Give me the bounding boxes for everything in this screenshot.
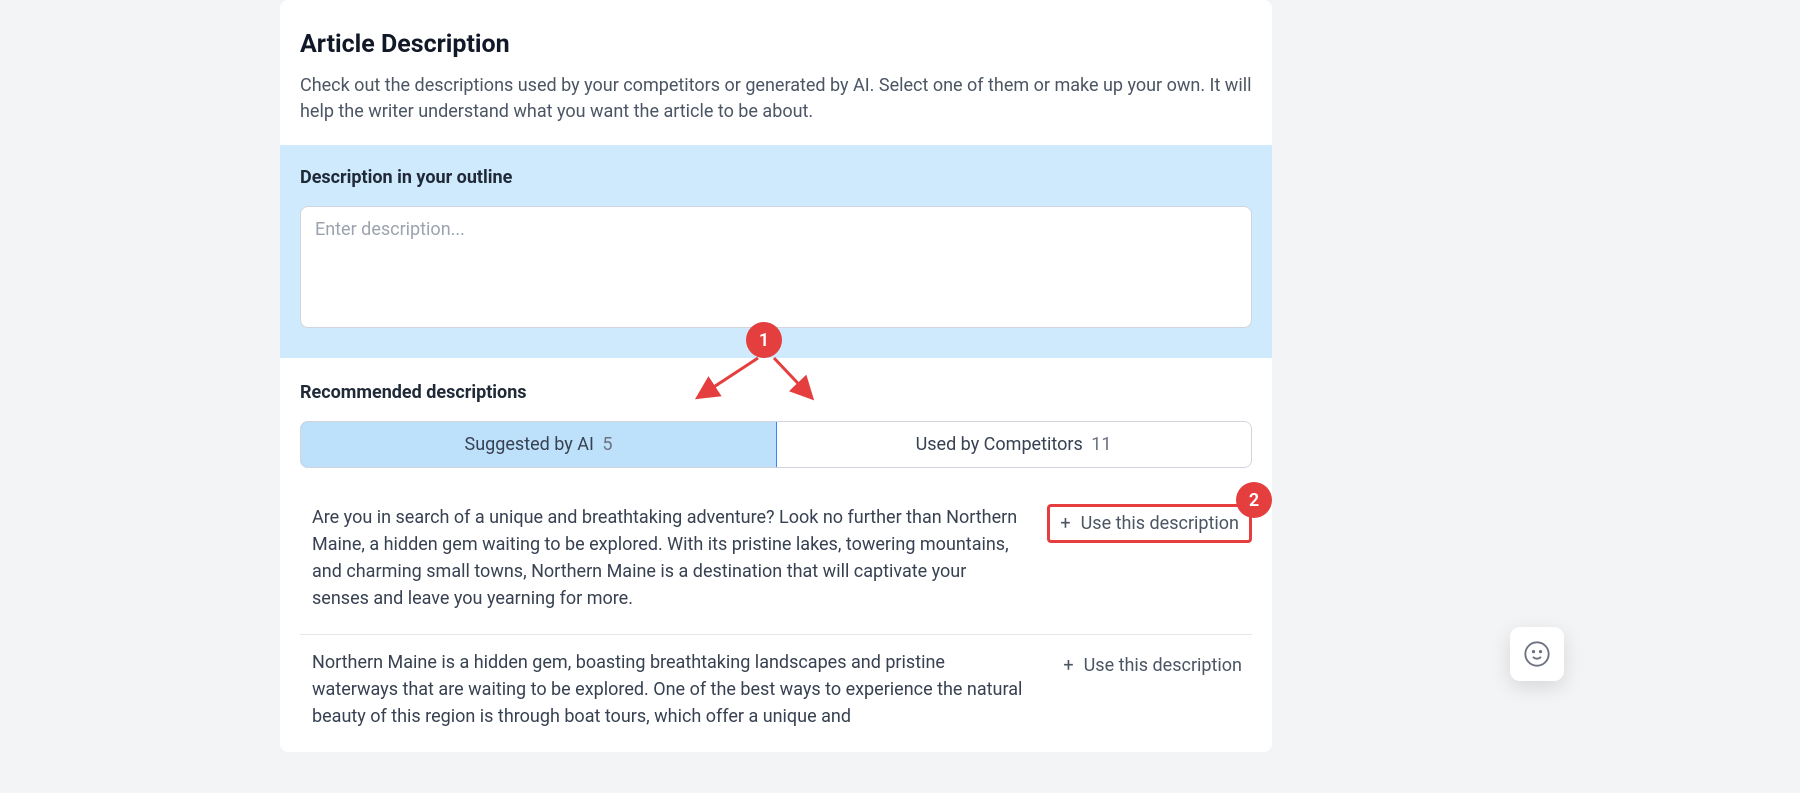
recommended-label: Recommended descriptions (300, 382, 1252, 403)
use-this-description-button[interactable]: + Use this description (1053, 649, 1252, 682)
tab-competitors-label: Used by Competitors (916, 434, 1083, 455)
feedback-widget-button[interactable] (1510, 627, 1564, 681)
use-this-description-button[interactable]: + Use this description (1047, 504, 1252, 543)
description-input[interactable] (300, 206, 1252, 328)
article-description-card: Article Description Check out the descri… (280, 0, 1272, 752)
description-item: Northern Maine is a hidden gem, boasting… (300, 635, 1252, 752)
plus-icon: + (1060, 515, 1070, 533)
annotation-badge-2: 2 (1236, 482, 1272, 518)
plus-icon: + (1063, 657, 1073, 675)
description-text: Are you in search of a unique and breath… (312, 504, 1023, 612)
description-list: Are you in search of a unique and breath… (300, 490, 1252, 752)
tab-suggested-by-ai[interactable]: Suggested by AI 5 (300, 421, 777, 468)
tab-ai-label: Suggested by AI (465, 434, 594, 455)
description-item: Are you in search of a unique and breath… (300, 490, 1252, 635)
outline-label: Description in your outline (300, 167, 1252, 188)
recommended-section: Recommended descriptions Suggested by AI… (280, 358, 1272, 752)
tab-ai-count: 5 (602, 434, 612, 455)
header-section: Article Description Check out the descri… (280, 0, 1272, 145)
description-text: Northern Maine is a hidden gem, boasting… (312, 649, 1029, 730)
use-button-label: Use this description (1084, 655, 1242, 676)
tabs-container: Suggested by AI 5 Used by Competitors 11 (300, 421, 1252, 468)
page-subtitle: Check out the descriptions used by your … (300, 73, 1252, 125)
annotation-badge-1: 1 (746, 322, 782, 358)
tab-competitors-count: 11 (1091, 434, 1111, 455)
smiley-icon (1523, 640, 1551, 668)
use-button-label: Use this description (1081, 513, 1239, 534)
page-title: Article Description (300, 30, 1252, 59)
tab-used-by-competitors[interactable]: Used by Competitors 11 (776, 422, 1251, 467)
